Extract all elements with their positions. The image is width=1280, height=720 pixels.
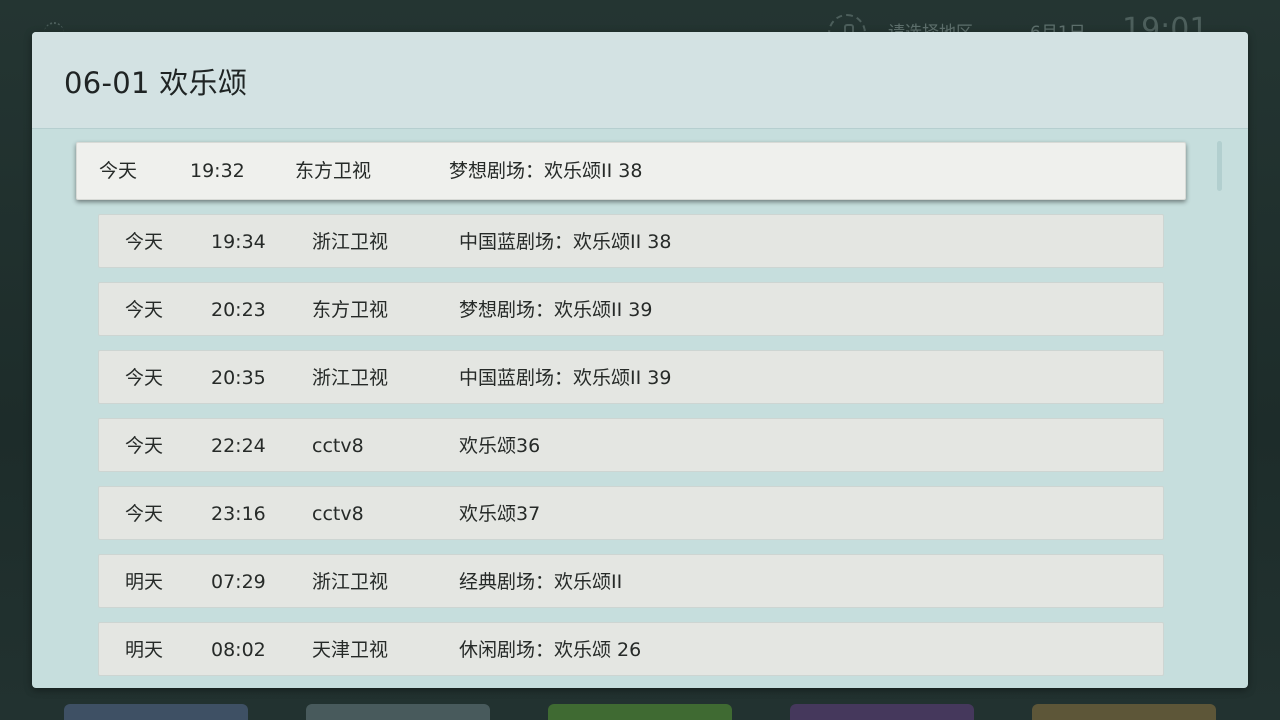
schedule-row-selected[interactable]: 今天 19:32 东方卫视 梦想剧场：欢乐颂II 38: [76, 142, 1186, 200]
background-tile[interactable]: [790, 704, 974, 720]
dialog-title: 06-01 欢乐颂: [64, 66, 248, 100]
row-day: 今天: [99, 160, 138, 182]
row-program: 经典剧场：欢乐颂II: [459, 571, 623, 593]
schedule-row[interactable]: 今天 19:34 浙江卫视 中国蓝剧场：欢乐颂II 38: [98, 214, 1164, 268]
schedule-row[interactable]: 今天 23:16 cctv8 欢乐颂37: [98, 486, 1164, 540]
row-day: 今天: [125, 367, 164, 389]
row-program: 欢乐颂37: [459, 503, 541, 525]
row-day: 明天: [125, 639, 164, 661]
row-day: 今天: [125, 503, 164, 525]
row-channel: cctv8: [312, 503, 364, 525]
row-program: 中国蓝剧场：欢乐颂II 39: [459, 367, 672, 389]
row-time: 20:23: [211, 299, 266, 321]
row-time: 20:35: [211, 367, 266, 389]
row-program: 梦想剧场：欢乐颂II 38: [449, 160, 643, 182]
schedule-row[interactable]: 今天 22:24 cctv8 欢乐颂36: [98, 418, 1164, 472]
row-channel: cctv8: [312, 435, 364, 457]
row-channel: 天津卫视: [312, 639, 389, 661]
schedule-row[interactable]: 今天 20:35 浙江卫视 中国蓝剧场：欢乐颂II 39: [98, 350, 1164, 404]
background-tile[interactable]: [64, 704, 248, 720]
dialog-header: 06-01 欢乐颂: [32, 32, 1248, 129]
row-channel: 浙江卫视: [312, 571, 389, 593]
row-time: 23:16: [211, 503, 266, 525]
background-top-bar: 请选择地区 6月1日 19:01: [0, 0, 1280, 52]
row-program: 梦想剧场：欢乐颂II 39: [459, 299, 653, 321]
row-day: 今天: [125, 299, 164, 321]
row-channel: 浙江卫视: [312, 231, 389, 253]
background-tile[interactable]: [1032, 704, 1216, 720]
background-tiles: [0, 704, 1280, 720]
list-scrollbar[interactable]: [1217, 141, 1222, 191]
row-time: 07:29: [211, 571, 266, 593]
background-tile[interactable]: [306, 704, 490, 720]
row-channel: 东方卫视: [295, 160, 372, 182]
background-tile[interactable]: [548, 704, 732, 720]
row-channel: 东方卫视: [312, 299, 389, 321]
schedule-list: 今天 19:32 东方卫视 梦想剧场：欢乐颂II 38 今天 19:34 浙江卫…: [32, 129, 1248, 688]
row-day: 今天: [125, 231, 164, 253]
row-day: 今天: [125, 435, 164, 457]
row-channel: 浙江卫视: [312, 367, 389, 389]
row-time: 19:32: [190, 160, 245, 182]
row-day: 明天: [125, 571, 164, 593]
row-time: 08:02: [211, 639, 266, 661]
row-program: 欢乐颂36: [459, 435, 541, 457]
schedule-row[interactable]: 今天 20:23 东方卫视 梦想剧场：欢乐颂II 39: [98, 282, 1164, 336]
row-program: 休闲剧场：欢乐颂 26: [459, 639, 642, 661]
row-time: 22:24: [211, 435, 266, 457]
schedule-row[interactable]: 明天 07:29 浙江卫视 经典剧场：欢乐颂II: [98, 554, 1164, 608]
schedule-dialog: 06-01 欢乐颂 今天 19:32 东方卫视 梦想剧场：欢乐颂II 38 今天…: [32, 32, 1248, 688]
schedule-row[interactable]: 明天 08:02 天津卫视 休闲剧场：欢乐颂 26: [98, 622, 1164, 676]
row-program: 中国蓝剧场：欢乐颂II 38: [459, 231, 672, 253]
row-time: 19:34: [211, 231, 266, 253]
